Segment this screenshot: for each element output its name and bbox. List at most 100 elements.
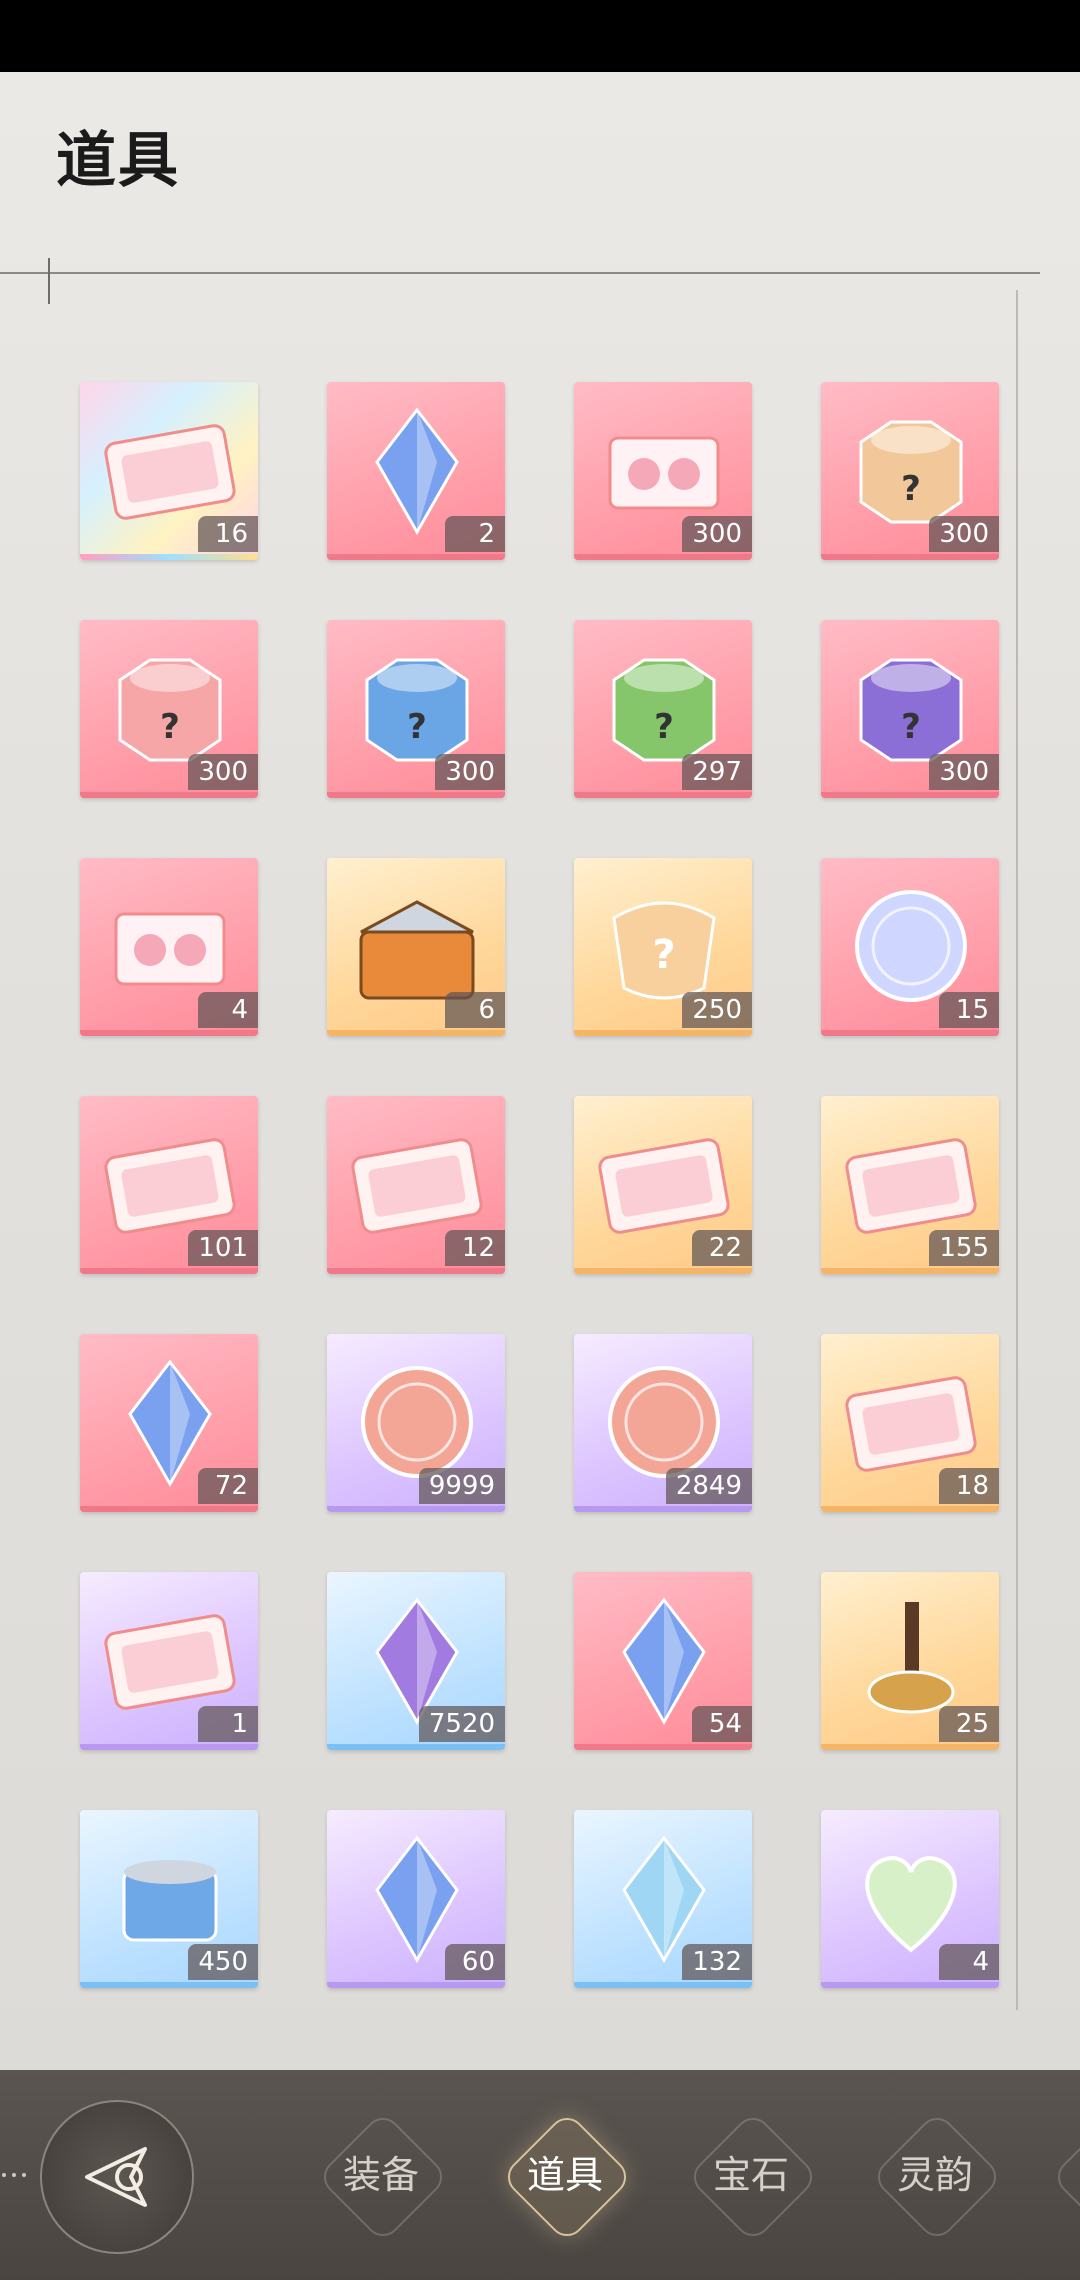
- item-count: 300: [929, 516, 999, 552]
- item-count: 18: [939, 1468, 999, 1504]
- item-slot[interactable]: 101: [80, 1096, 258, 1274]
- item-slot[interactable]: 9999: [327, 1334, 505, 1512]
- rarity-stripe: [574, 1268, 752, 1274]
- item-slot[interactable]: 18: [821, 1334, 999, 1512]
- rarity-stripe: [821, 1506, 999, 1512]
- item-slot[interactable]: ? 300: [80, 620, 258, 798]
- rarity-stripe: [80, 1268, 258, 1274]
- item-slot[interactable]: 4: [80, 858, 258, 1036]
- item-slot[interactable]: ? 300: [821, 382, 999, 560]
- rarity-stripe: [574, 1030, 752, 1036]
- item-count: 450: [188, 1944, 258, 1980]
- item-slot[interactable]: 155: [821, 1096, 999, 1274]
- item-slot[interactable]: 60: [327, 1810, 505, 1988]
- item-count: 12: [445, 1230, 505, 1266]
- rarity-stripe: [327, 1506, 505, 1512]
- rarity-stripe: [80, 554, 258, 560]
- item-count: 1: [198, 1706, 258, 1742]
- rarity-stripe: [574, 792, 752, 798]
- tab-equipment[interactable]: 装备: [306, 2100, 456, 2250]
- rarity-stripe: [80, 792, 258, 798]
- svg-text:?: ?: [901, 707, 921, 747]
- item-count: 4: [198, 992, 258, 1028]
- rarity-stripe: [821, 554, 999, 560]
- tab-label: 道具: [526, 2153, 603, 2197]
- item-slot[interactable]: 72: [80, 1334, 258, 1512]
- rarity-stripe: [327, 1744, 505, 1750]
- tab-label: 宝石: [712, 2153, 789, 2197]
- item-slot[interactable]: 25: [821, 1572, 999, 1750]
- item-count: 250: [682, 992, 752, 1028]
- rarity-stripe: [80, 1506, 258, 1512]
- back-button[interactable]: [40, 2100, 194, 2254]
- item-count: 4: [939, 1944, 999, 1980]
- item-count: 60: [445, 1944, 505, 1980]
- rarity-stripe: [574, 1506, 752, 1512]
- item-slot[interactable]: 1: [80, 1572, 258, 1750]
- title-divider: [0, 272, 1040, 274]
- item-count: 300: [435, 754, 505, 790]
- item-slot[interactable]: 2: [327, 382, 505, 560]
- rarity-stripe: [821, 1744, 999, 1750]
- item-slot[interactable]: 15: [821, 858, 999, 1036]
- item-count: 15: [939, 992, 999, 1028]
- item-count: 101: [188, 1230, 258, 1266]
- tab-items[interactable]: 道具: [490, 2100, 640, 2250]
- item-slot[interactable]: 7520: [327, 1572, 505, 1750]
- item-slot[interactable]: ? 297: [574, 620, 752, 798]
- rarity-stripe: [821, 792, 999, 798]
- rarity-stripe: [327, 554, 505, 560]
- item-slot[interactable]: 300: [574, 382, 752, 560]
- item-count: 300: [929, 754, 999, 790]
- svg-text:?: ?: [652, 932, 675, 978]
- svg-text:?: ?: [160, 707, 180, 747]
- item-slot[interactable]: 12: [327, 1096, 505, 1274]
- item-count: 300: [188, 754, 258, 790]
- item-slot[interactable]: 450: [80, 1810, 258, 1988]
- item-count: 72: [198, 1468, 258, 1504]
- rarity-stripe: [821, 1030, 999, 1036]
- rarity-stripe: [80, 1744, 258, 1750]
- item-slot[interactable]: ? 250: [574, 858, 752, 1036]
- item-slot[interactable]: 4: [821, 1810, 999, 1988]
- tab-spirit[interactable]: 灵韵: [860, 2100, 1010, 2250]
- item-count: 22: [692, 1230, 752, 1266]
- back-arrow-icon: [85, 2147, 147, 2207]
- svg-text:?: ?: [901, 469, 921, 509]
- dots-decoration: [0, 2165, 36, 2185]
- rarity-stripe: [327, 1268, 505, 1274]
- rarity-stripe: [327, 1030, 505, 1036]
- item-count: 2849: [665, 1468, 752, 1504]
- item-slot[interactable]: ? 300: [327, 620, 505, 798]
- tab-label: 灵韵: [896, 2153, 973, 2197]
- decorative-frame-line: [1016, 290, 1018, 2010]
- tab-gems[interactable]: 宝石: [676, 2100, 826, 2250]
- tab-more[interactable]: [1040, 2100, 1080, 2250]
- item-slot[interactable]: 22: [574, 1096, 752, 1274]
- item-count: 132: [682, 1944, 752, 1980]
- item-count: 6: [445, 992, 505, 1028]
- item-count: 16: [198, 516, 258, 552]
- item-slot[interactable]: 2849: [574, 1334, 752, 1512]
- item-slot[interactable]: 132: [574, 1810, 752, 1988]
- item-count: 25: [939, 1706, 999, 1742]
- item-count: 297: [682, 754, 752, 790]
- svg-text:?: ?: [407, 707, 427, 747]
- rarity-stripe: [327, 792, 505, 798]
- item-slot[interactable]: 6: [327, 858, 505, 1036]
- rarity-stripe: [574, 1744, 752, 1750]
- item-count: 155: [929, 1230, 999, 1266]
- rarity-stripe: [574, 554, 752, 560]
- title-divider-tick: [48, 258, 50, 304]
- rarity-stripe: [821, 1268, 999, 1274]
- rarity-stripe: [80, 1982, 258, 1988]
- rarity-stripe: [821, 1982, 999, 1988]
- status-bar: [0, 0, 1080, 72]
- item-slot[interactable]: 54: [574, 1572, 752, 1750]
- item-count: 54: [692, 1706, 752, 1742]
- rarity-stripe: [574, 1982, 752, 1988]
- page-title: 道具: [56, 126, 180, 196]
- item-slot[interactable]: 16: [80, 382, 258, 560]
- svg-text:?: ?: [654, 707, 674, 747]
- item-slot[interactable]: ? 300: [821, 620, 999, 798]
